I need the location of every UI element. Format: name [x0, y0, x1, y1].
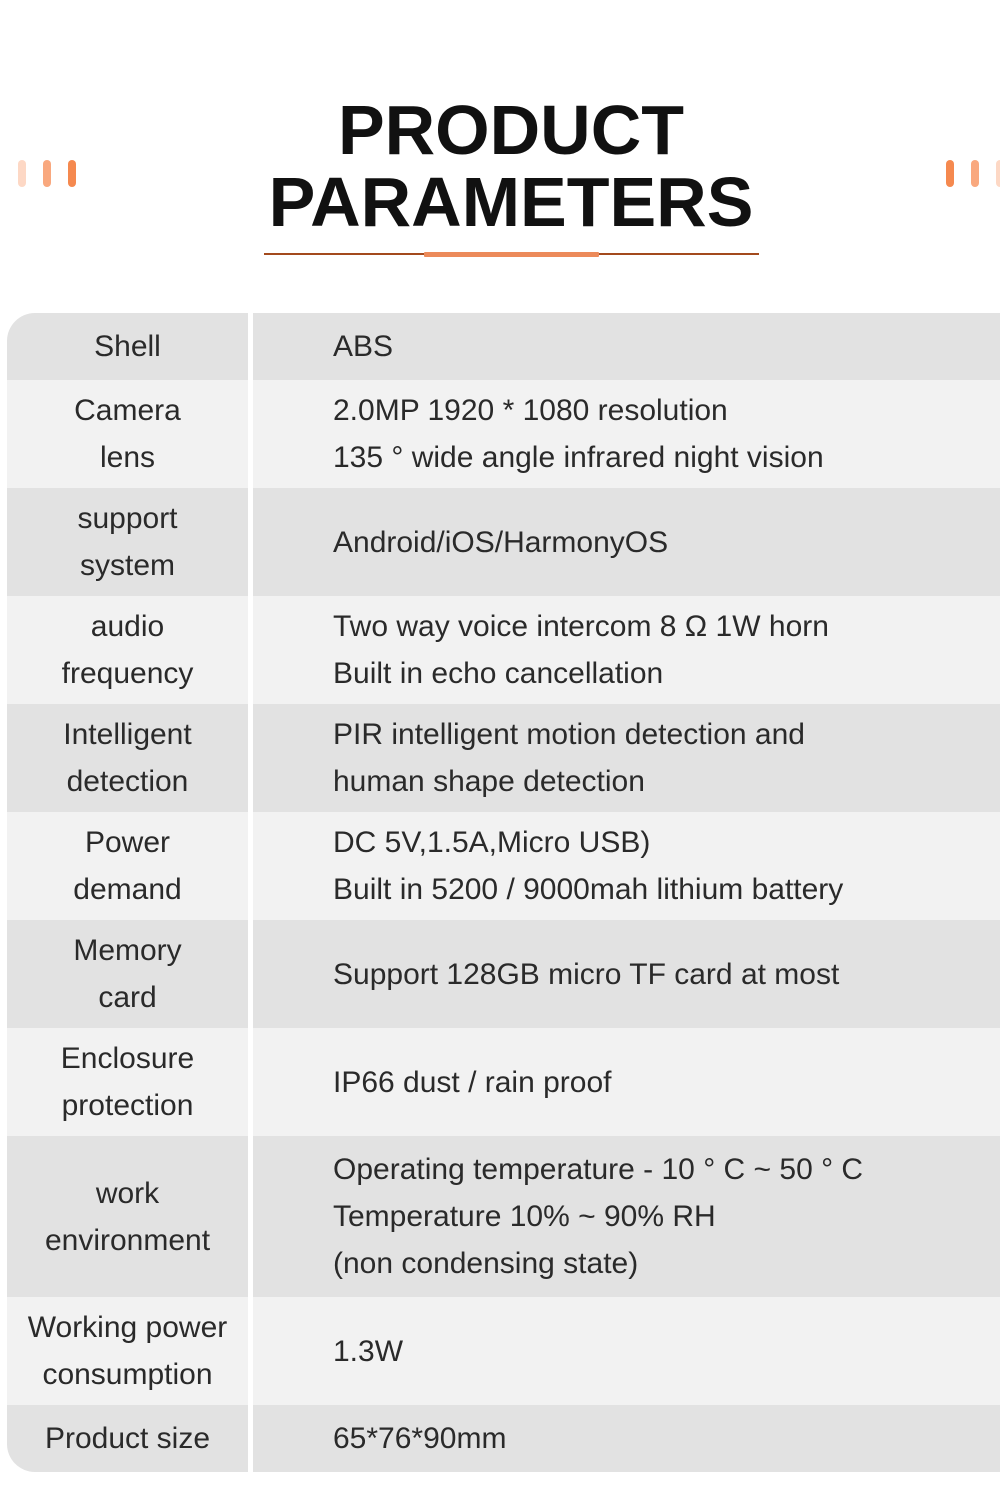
parameter-label: Power demand — [7, 812, 248, 920]
title-underline-accent — [424, 252, 599, 257]
label-text: system — [79, 549, 175, 582]
label-text: work — [95, 1176, 160, 1210]
parameter-value: 2.0MP 1920 * 1080 resolution 135 ° wide … — [253, 380, 1000, 488]
decorative-bar-icon — [971, 160, 979, 187]
label-text: consumption — [42, 1358, 213, 1391]
parameter-label: work environment — [7, 1136, 248, 1297]
table-row: Memory card Support 128GB micro TF card … — [7, 920, 1000, 1028]
value-text: DC 5V,1.5A,Micro USB) — [333, 826, 651, 859]
decorative-bar-icon — [996, 160, 1000, 187]
value-text: 135 ° wide angle infrared night vision — [333, 441, 824, 474]
table-row: support system Android/iOS/HarmonyOS — [7, 488, 1000, 596]
parameter-label: Product size — [7, 1405, 248, 1472]
parameter-value: Support 128GB micro TF card at most — [253, 920, 1000, 1028]
label-text: Power — [84, 826, 171, 859]
label-text: Intelligent — [63, 718, 192, 751]
decorative-bar-icon — [946, 160, 954, 187]
parameter-label: Intelligent detection — [7, 704, 248, 812]
parameter-value: PIR intelligent motion detection and hum… — [253, 704, 1000, 812]
page-title-line-1: PRODUCT — [337, 91, 685, 169]
value-text: ABS — [333, 330, 394, 363]
value-text: PIR intelligent motion detection and — [333, 718, 805, 751]
table-row: Shell ABS — [7, 313, 1000, 380]
label-text: Enclosure — [60, 1042, 195, 1075]
table-row: Camera lens 2.0MP 1920 * 1080 resolution… — [7, 380, 1000, 488]
value-text: Built in echo cancellation — [333, 657, 664, 690]
table-row: Power demand DC 5V,1.5A,Micro USB) Built… — [7, 812, 1000, 920]
value-text: Android/iOS/HarmonyOS — [333, 525, 669, 559]
parameter-value: IP66 dust / rain proof — [253, 1028, 1000, 1136]
label-text: lens — [99, 441, 156, 474]
decorative-bars-right — [946, 160, 1000, 188]
label-text: demand — [73, 873, 182, 906]
table-row: work environment Operating temperature -… — [7, 1136, 1000, 1297]
parameter-label: support system — [7, 488, 248, 596]
value-text: human shape detection — [333, 765, 645, 798]
parameter-value: 65*76*90mm — [253, 1405, 1000, 1472]
table-row: Enclosure protection IP66 dust / rain pr… — [7, 1028, 1000, 1136]
page-title-line-2: PARAMETERS — [268, 163, 754, 241]
table-row: Intelligent detection PIR intelligent mo… — [7, 704, 1000, 812]
parameter-label: Enclosure protection — [7, 1028, 248, 1136]
parameter-label: Memory card — [7, 920, 248, 1028]
value-text: 1.3W — [333, 1334, 404, 1368]
value-text: Built in 5200 / 9000mah lithium battery — [333, 873, 844, 906]
label-text: Camera — [74, 394, 181, 427]
value-text: Two way voice intercom 8 Ω 1W horn — [333, 610, 829, 643]
parameter-value: 1.3W — [253, 1297, 1000, 1405]
label-text: Memory — [73, 934, 182, 967]
label-text: support — [77, 502, 178, 535]
value-text: 2.0MP 1920 * 1080 resolution — [333, 394, 728, 427]
label-text: Product size — [44, 1422, 211, 1455]
label-text: audio — [90, 610, 165, 643]
value-text: Operating temperature - 10 ° C ~ 50 ° C — [333, 1153, 864, 1186]
parameter-value: Operating temperature - 10 ° C ~ 50 ° C … — [253, 1136, 1000, 1297]
parameter-value: DC 5V,1.5A,Micro USB) Built in 5200 / 90… — [253, 812, 1000, 920]
parameter-value: Two way voice intercom 8 Ω 1W horn Built… — [253, 596, 1000, 704]
label-text: card — [98, 981, 157, 1014]
parameter-label: Shell — [7, 313, 248, 380]
value-text: Temperature 10% ~ 90% RH — [333, 1200, 716, 1233]
parameters-table: Shell ABS Camera lens 2.0MP 1920 * 1080 … — [7, 313, 1000, 1472]
label-text: Working power — [27, 1311, 228, 1344]
parameter-label: Working power consumption — [7, 1297, 248, 1405]
label-text: detection — [66, 765, 189, 798]
label-text: frequency — [61, 657, 194, 690]
page-header: PRODUCT PARAMETERS — [0, 0, 1000, 300]
parameter-label: Camera lens — [7, 380, 248, 488]
table-row: Product size 65*76*90mm — [7, 1405, 1000, 1472]
table-row: Working power consumption 1.3W — [7, 1297, 1000, 1405]
label-text: protection — [61, 1089, 194, 1122]
value-text: 65*76*90mm — [333, 1422, 507, 1455]
label-text: environment — [44, 1223, 211, 1257]
table-row: audio frequency Two way voice intercom 8… — [7, 596, 1000, 704]
value-text: IP66 dust / rain proof — [333, 1065, 612, 1099]
parameter-value: ABS — [253, 313, 1000, 380]
parameter-label: audio frequency — [7, 596, 248, 704]
label-text: Shell — [94, 330, 161, 363]
value-text: Support 128GB micro TF card at most — [333, 957, 840, 991]
parameter-value: Android/iOS/HarmonyOS — [253, 488, 1000, 596]
value-text: (non condensing state) — [333, 1247, 639, 1280]
